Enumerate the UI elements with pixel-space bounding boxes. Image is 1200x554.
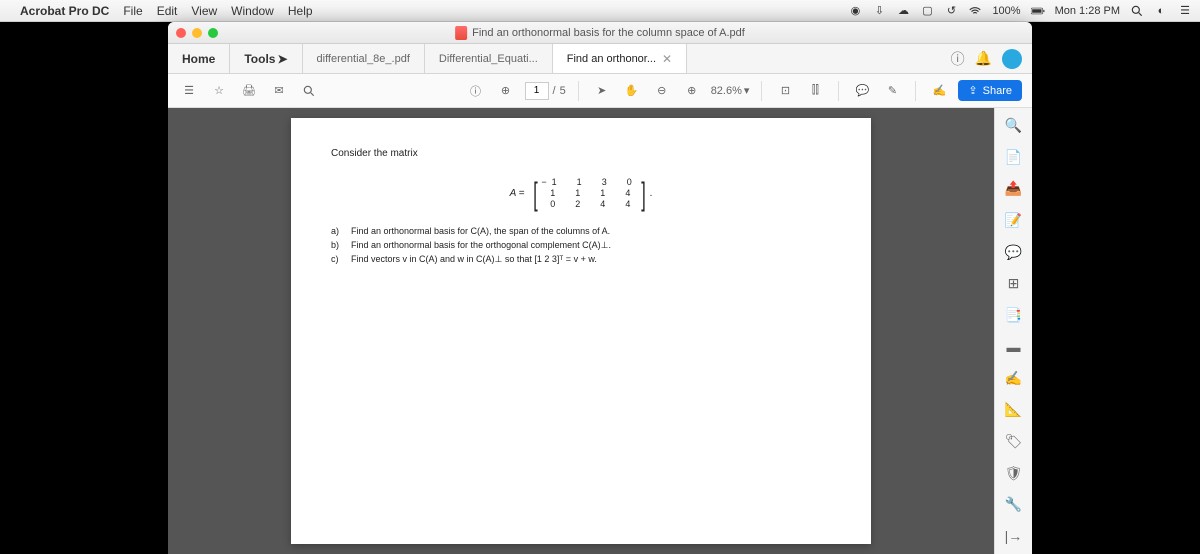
sidebar-toggle-icon[interactable]: ☰ <box>178 80 200 102</box>
star-icon[interactable]: ☆ <box>208 80 230 102</box>
question-b: b)Find an orthonormal basis for the orth… <box>331 238 831 252</box>
zoom-out-icon[interactable]: ⊖ <box>651 80 673 102</box>
tab-bar: Home Tools ➤ differential_8e_.pdf Differ… <box>168 44 1032 74</box>
help-icon[interactable]: ⓘ <box>951 49 965 69</box>
notification-icon[interactable]: ☰ <box>1178 4 1192 18</box>
maximize-button[interactable] <box>208 28 218 38</box>
print-icon[interactable]: 🖨 <box>238 80 260 102</box>
doc-tab-2[interactable]: Find an orthonor... ✕ <box>553 44 687 73</box>
matrix-row-2: 0 2 4 4 <box>541 199 636 210</box>
pdf-page: Consider the matrix A = [ −1 1 3 0 1 1 1… <box>291 118 871 544</box>
page-up-icon[interactable]: ⓘ <box>465 80 487 102</box>
chevron-down-icon: ▾ <box>744 84 750 97</box>
tab-home[interactable]: Home <box>168 44 230 73</box>
combine-icon[interactable]: 📑 <box>1003 305 1025 325</box>
questions-list: a)Find an orthonormal basis for C(A), th… <box>331 224 831 266</box>
sign-icon[interactable]: ✍ <box>928 80 950 102</box>
spotlight-icon[interactable] <box>1130 4 1144 18</box>
tab-tools[interactable]: Tools ➤ <box>230 44 302 73</box>
fill-sign-icon[interactable]: ✍ <box>1003 369 1025 389</box>
doc-tab-label: Find an orthonor... <box>567 53 656 65</box>
select-tool-icon[interactable]: ➤ <box>591 80 613 102</box>
battery-label: 100% <box>992 5 1020 17</box>
page-total: 5 <box>560 85 566 97</box>
menu-file[interactable]: File <box>123 4 142 18</box>
read-mode-icon[interactable]: ⫿⫿ <box>804 80 826 102</box>
comment-icon[interactable]: 💬 <box>851 80 873 102</box>
menu-edit[interactable]: Edit <box>157 4 178 18</box>
measure-icon[interactable]: 📐 <box>1003 400 1025 420</box>
zoom-level[interactable]: 82.6% ▾ <box>711 84 750 97</box>
app-name[interactable]: Acrobat Pro DC <box>20 4 109 18</box>
bell-icon[interactable]: 🔔 <box>975 50 992 67</box>
clock[interactable]: Mon 1:28 PM <box>1055 5 1120 17</box>
traffic-lights <box>176 28 218 38</box>
hand-tool-icon[interactable]: ✋ <box>621 80 643 102</box>
menu-view[interactable]: View <box>191 4 217 18</box>
page-down-icon[interactable]: ⊕ <box>495 80 517 102</box>
toolbar: ☰ ☆ 🖨 ✉ ⓘ ⊕ / 5 ➤ ✋ ⊖ ⊕ 82.6% ▾ ⊡ ⫿⫿ 💬 ✎… <box>168 74 1032 108</box>
macos-menubar: Acrobat Pro DC File Edit View Window Hel… <box>0 0 1200 22</box>
highlight-icon[interactable]: ✎ <box>881 80 903 102</box>
matrix-display: A = [ −1 1 3 0 1 1 1 4 0 2 4 4 ] . <box>331 177 831 210</box>
close-button[interactable] <box>176 28 186 38</box>
share-icon: ⇪ <box>968 84 977 97</box>
search-icon[interactable] <box>298 80 320 102</box>
avatar[interactable] <box>1002 49 1022 69</box>
collapse-panel-icon[interactable]: |→ <box>1003 527 1025 547</box>
menu-help[interactable]: Help <box>288 4 313 18</box>
dropbox-icon[interactable]: ⇩ <box>872 4 886 18</box>
cursor-icon: ➤ <box>277 52 287 66</box>
more-tools-icon[interactable]: 🔧 <box>1003 495 1025 515</box>
zoom-in-icon[interactable]: ⊕ <box>681 80 703 102</box>
page-input[interactable] <box>525 82 549 100</box>
question-c: c)Find vectors v in C(A) and w in C(A)⊥ … <box>331 252 831 266</box>
title-text: Find an orthonormal basis for the column… <box>472 27 745 39</box>
matrix-row-1: 1 1 1 4 <box>541 188 636 199</box>
display-icon[interactable]: ▢ <box>920 4 934 18</box>
doc-tab-1[interactable]: Differential_Equati... <box>425 44 553 73</box>
content-area: Consider the matrix A = [ −1 1 3 0 1 1 1… <box>168 108 1032 554</box>
doc-tab-0[interactable]: differential_8e_.pdf <box>303 44 425 73</box>
titlebar: Find an orthonormal basis for the column… <box>168 22 1032 44</box>
email-icon[interactable]: ✉ <box>268 80 290 102</box>
fit-icon[interactable]: ⊡ <box>774 80 796 102</box>
matrix-row-0: −1 1 3 0 <box>541 177 636 188</box>
page-viewport[interactable]: Consider the matrix A = [ −1 1 3 0 1 1 1… <box>168 108 994 554</box>
protect-icon[interactable]: 🛡 <box>1003 463 1025 483</box>
close-tab-icon[interactable]: ✕ <box>662 52 672 66</box>
page-indicator: / 5 <box>525 82 566 100</box>
acrobat-window: Find an orthonormal basis for the column… <box>168 22 1032 554</box>
export-pdf-icon[interactable]: 📤 <box>1003 179 1025 199</box>
edit-pdf-icon[interactable]: 📝 <box>1003 211 1025 231</box>
cloud-icon[interactable]: ☁ <box>896 4 910 18</box>
wifi-icon[interactable] <box>968 4 982 18</box>
doc-heading: Consider the matrix <box>331 148 831 159</box>
create-pdf-icon[interactable]: 📄 <box>1003 148 1025 168</box>
stamp-icon[interactable]: 🏷 <box>1003 432 1025 452</box>
share-label: Share <box>983 85 1012 97</box>
record-icon[interactable]: ◉ <box>848 4 862 18</box>
comment-tool-icon[interactable]: 💬 <box>1003 242 1025 262</box>
timemachine-icon[interactable]: ↺ <box>944 4 958 18</box>
page-sep: / <box>553 85 556 97</box>
organize-icon[interactable]: ⊞ <box>1003 274 1025 294</box>
search-tool-icon[interactable]: 🔍 <box>1003 116 1025 136</box>
window-title: Find an orthonormal basis for the column… <box>455 26 745 40</box>
menu-window[interactable]: Window <box>231 4 274 18</box>
siri-icon[interactable]: ◐ <box>1154 4 1168 18</box>
minimize-button[interactable] <box>192 28 202 38</box>
question-a: a)Find an orthonormal basis for C(A), th… <box>331 224 831 238</box>
redact-icon[interactable]: ▬ <box>1003 337 1025 357</box>
battery-icon[interactable] <box>1031 4 1045 18</box>
tools-sidepanel: 🔍 📄 📤 📝 💬 ⊞ 📑 ▬ ✍ 📐 🏷 🛡 🔧 |→ <box>994 108 1032 554</box>
matrix-label: A = <box>510 188 525 199</box>
share-button[interactable]: ⇪ Share <box>958 80 1022 101</box>
pdf-icon <box>455 26 467 40</box>
